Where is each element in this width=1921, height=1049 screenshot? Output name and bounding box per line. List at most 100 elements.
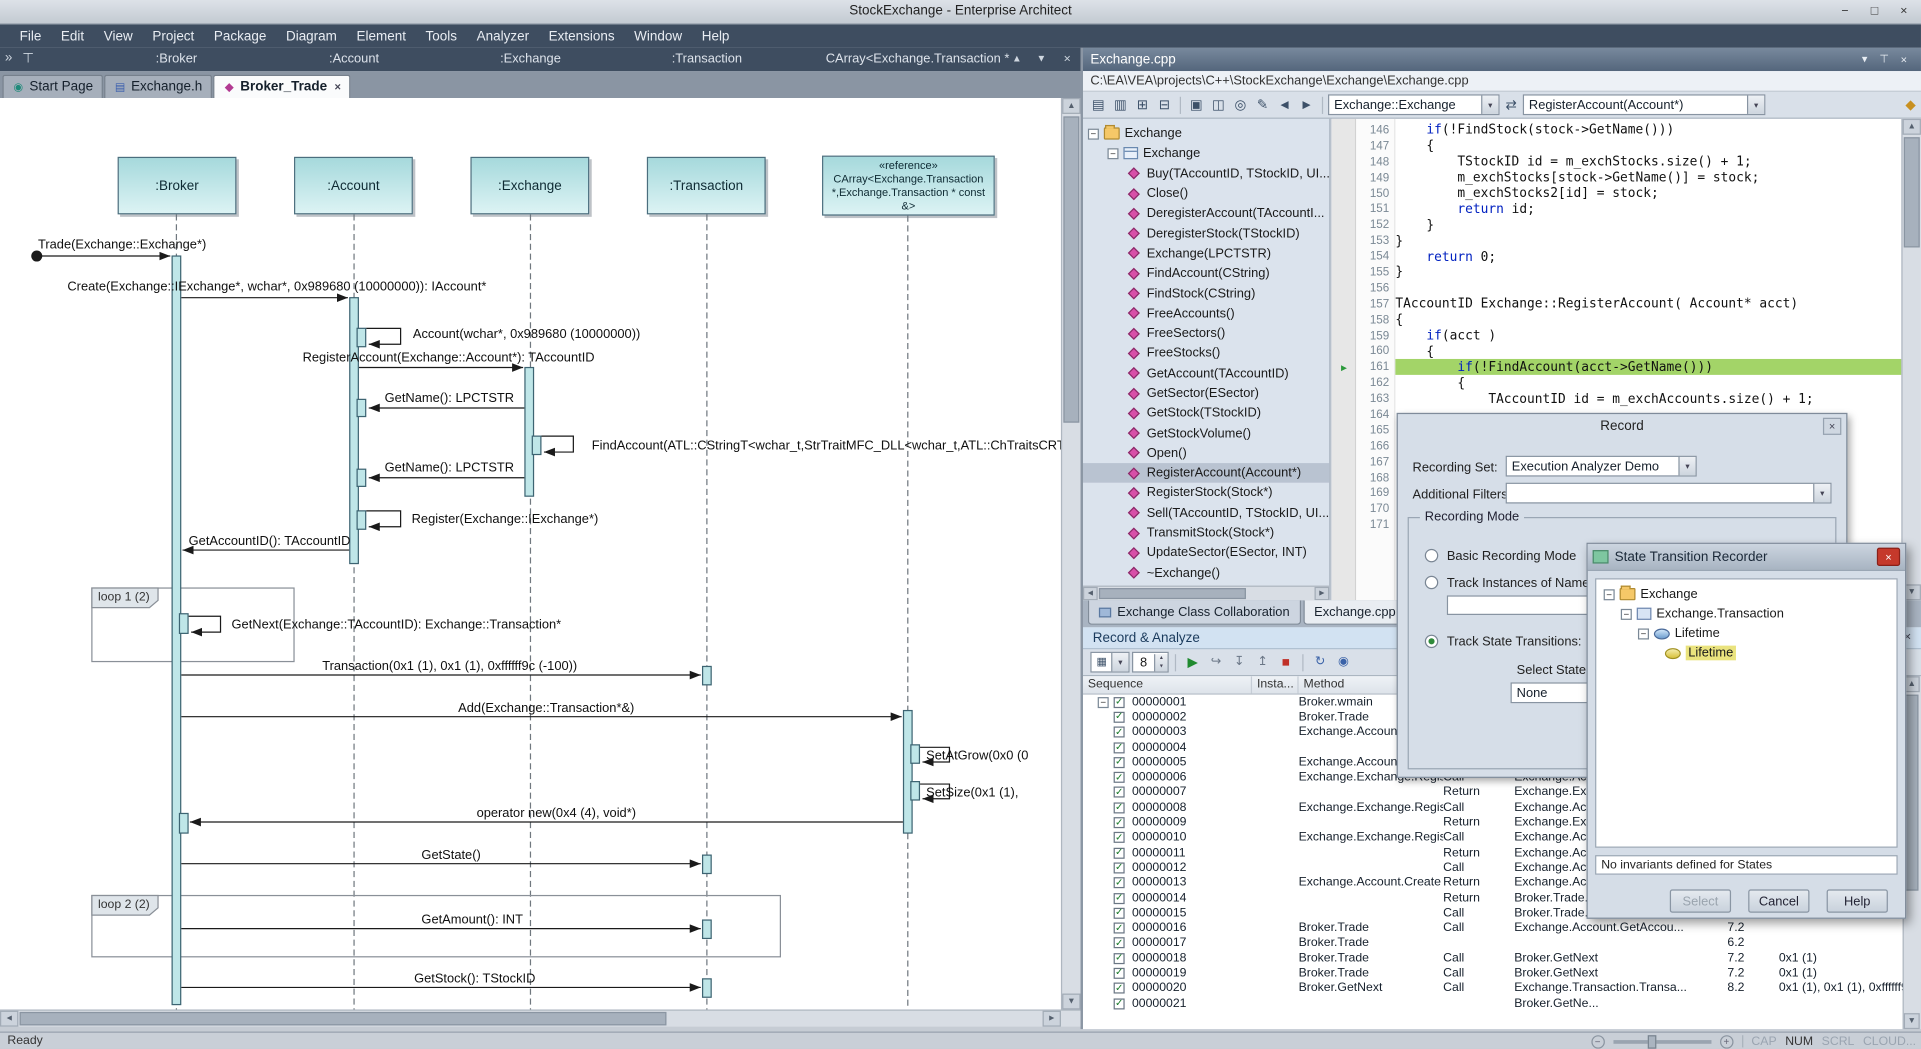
tree-item-method[interactable]: Sell(TAccountID, TStockID, UI... xyxy=(1083,503,1329,523)
cancel-button[interactable]: Cancel xyxy=(1748,889,1809,912)
scroll-left-icon[interactable]: ◄ xyxy=(1083,587,1098,600)
chevron-down-icon[interactable]: ▾ xyxy=(1678,457,1695,475)
filters-combobox[interactable]: ▾ xyxy=(1506,483,1832,504)
chevrons-right-icon[interactable]: » xyxy=(5,50,13,66)
tree-item-method[interactable]: FindStock(CString) xyxy=(1083,283,1329,303)
menu-item[interactable]: File xyxy=(10,25,51,48)
scroll-left-icon[interactable]: ◄ xyxy=(0,1011,18,1027)
tree-item[interactable]: − Exchange xyxy=(1596,584,1896,604)
row-checkbox[interactable]: ✓ xyxy=(1114,697,1125,708)
chevron-down-icon[interactable]: ▾ xyxy=(1481,96,1498,114)
tree-item-package[interactable]: − Exchange xyxy=(1083,124,1329,144)
menu-item[interactable]: Package xyxy=(204,25,276,48)
lifeline-account[interactable]: :Account xyxy=(294,157,413,215)
zoom-slider[interactable] xyxy=(1613,1039,1711,1043)
row-checkbox[interactable]: ✓ xyxy=(1114,712,1125,723)
tree-item-method[interactable]: FindAccount(CString) xyxy=(1083,263,1329,283)
tree-item-method[interactable]: Exchange(LPCTSTR) xyxy=(1083,244,1329,264)
tab-exchange-class-collaboration[interactable]: Exchange Class Collaboration xyxy=(1088,600,1301,625)
diagram-vscrollbar[interactable]: ▲ ▼ xyxy=(1061,98,1081,1009)
row-checkbox[interactable]: ✓ xyxy=(1114,742,1125,753)
search-icon[interactable]: ◎ xyxy=(1230,94,1251,115)
row-checkbox[interactable]: ✓ xyxy=(1114,787,1125,798)
scroll-down-icon[interactable]: ▼ xyxy=(1037,53,1047,64)
zoom-in-icon[interactable]: + xyxy=(1720,1035,1733,1048)
member-list-icon[interactable]: ▥ xyxy=(1110,94,1131,115)
panel-menu-icon[interactable]: ▾ xyxy=(1855,53,1875,66)
menu-item[interactable]: Edit xyxy=(51,25,94,48)
tree-item-method[interactable]: GetSector(ESector) xyxy=(1083,383,1329,403)
menu-item[interactable]: Diagram xyxy=(276,25,347,48)
row-checkbox[interactable]: ✓ xyxy=(1114,802,1125,813)
pin-icon[interactable]: ⊤ xyxy=(1874,53,1894,66)
edit-icon[interactable]: ✎ xyxy=(1252,94,1273,115)
back-icon[interactable]: ◄ xyxy=(1274,94,1295,115)
scroll-down-icon[interactable]: ▼ xyxy=(1062,994,1080,1010)
row-checkbox[interactable]: ✓ xyxy=(1114,847,1125,858)
step-into-icon[interactable]: ↧ xyxy=(1229,652,1250,673)
forward-icon[interactable]: ► xyxy=(1296,94,1317,115)
tree-item-class[interactable]: − Exchange xyxy=(1083,144,1329,164)
tree-item-method[interactable]: GetStock(TStockID) xyxy=(1083,403,1329,423)
play-icon[interactable]: ▶ xyxy=(1182,652,1203,673)
table-row[interactable]: − ✓ 00000018 Broker.Trade Call Broker.Ge… xyxy=(1083,951,1903,966)
menu-item[interactable]: Analyzer xyxy=(467,25,539,48)
row-checkbox[interactable]: ✓ xyxy=(1114,727,1125,738)
table-row[interactable]: − ✓ 00000019 Broker.Trade Call Broker.Ge… xyxy=(1083,966,1903,981)
scope-combobox[interactable]: Exchange::Exchange ▾ xyxy=(1328,94,1500,115)
copy-icon[interactable]: ◫ xyxy=(1208,94,1229,115)
tree-item-method[interactable]: Buy(TAccountID, TStockID, UI... xyxy=(1083,164,1329,184)
tree-item[interactable]: − Lifetime xyxy=(1596,624,1896,644)
table-row[interactable]: − ✓ 00000020 Broker.GetNext Call Exchang… xyxy=(1083,981,1903,996)
editor-vscrollbar[interactable]: ▲ ▼ xyxy=(1901,119,1921,600)
minimize-button[interactable]: − xyxy=(1830,1,1859,22)
help-button[interactable]: Help xyxy=(1827,889,1888,912)
options-icon[interactable]: ◉ xyxy=(1333,652,1354,673)
vscroll-thumb[interactable] xyxy=(1904,137,1920,247)
tree-item-method[interactable]: UpdateSector(ESector, INT) xyxy=(1083,543,1329,563)
zoom-out-icon[interactable]: − xyxy=(1591,1035,1604,1048)
row-checkbox[interactable]: ✓ xyxy=(1114,862,1125,873)
browser-hscrollbar[interactable]: ◄ ► xyxy=(1083,586,1329,601)
scroll-right-icon[interactable]: ► xyxy=(1315,587,1330,600)
menu-item[interactable]: Extensions xyxy=(539,25,625,48)
pin-icon[interactable]: ⊤ xyxy=(22,50,34,66)
collapse-icon[interactable]: − xyxy=(1621,608,1632,619)
menu-item[interactable]: Project xyxy=(143,25,205,48)
lifeline-carray-reference[interactable]: «reference» CArray<Exchange.Transaction … xyxy=(822,156,995,216)
scroll-right-icon[interactable]: ► xyxy=(1043,1011,1061,1027)
class-list-icon[interactable]: ▤ xyxy=(1088,94,1109,115)
row-checkbox[interactable]: ✓ xyxy=(1114,772,1125,783)
sequence-diagram-canvas[interactable]: :Broker :Account :Exchange :Transaction … xyxy=(0,98,1081,1009)
view-mode-combobox[interactable]: ▦ ▾ xyxy=(1090,652,1129,673)
menu-item[interactable]: Tools xyxy=(416,25,467,48)
spin-up-icon[interactable]: ▴ xyxy=(1155,654,1167,663)
lifeline-broker[interactable]: :Broker xyxy=(118,157,237,215)
scroll-down-icon[interactable]: ▼ xyxy=(1904,1013,1920,1029)
stack-depth-spinner[interactable]: 8 ▴ ▾ xyxy=(1132,652,1169,673)
close-icon[interactable]: × xyxy=(1877,548,1900,566)
row-checkbox[interactable]: ✓ xyxy=(1114,998,1125,1009)
chevron-down-icon[interactable]: ▾ xyxy=(1747,96,1764,114)
tree-item-method[interactable]: DeregisterStock(TStockID) xyxy=(1083,224,1329,244)
tree-item-method[interactable]: GetAccount(TAccountID) xyxy=(1083,363,1329,383)
step-over-icon[interactable]: ↪ xyxy=(1205,652,1226,673)
maximize-button[interactable]: □ xyxy=(1860,1,1889,22)
vscroll-thumb[interactable] xyxy=(1063,116,1079,422)
tab-exchange-cpp[interactable]: Exchange.cpp xyxy=(1303,600,1407,625)
basic-mode-radio[interactable] xyxy=(1425,549,1438,562)
spin-down-icon[interactable]: ▾ xyxy=(1155,662,1167,671)
tree-item-method[interactable]: RegisterAccount(Account*) xyxy=(1083,463,1329,483)
menu-item[interactable]: View xyxy=(94,25,143,48)
row-checkbox[interactable]: ✓ xyxy=(1114,832,1125,843)
save-icon[interactable]: ▣ xyxy=(1186,94,1207,115)
column-instance[interactable]: Insta... xyxy=(1252,676,1299,693)
hscroll-thumb[interactable] xyxy=(1099,588,1246,599)
row-checkbox[interactable]: ✓ xyxy=(1114,938,1125,949)
collapse-icon[interactable]: − xyxy=(1638,628,1649,639)
tree-item[interactable]: − Exchange.Transaction xyxy=(1596,604,1896,624)
track-instances-radio[interactable] xyxy=(1425,576,1438,589)
tab-broker-trade[interactable]: ◆ Broker_Trade × xyxy=(213,75,350,98)
lifeline-exchange[interactable]: :Exchange xyxy=(470,157,589,215)
close-button[interactable]: × xyxy=(1889,1,1918,22)
